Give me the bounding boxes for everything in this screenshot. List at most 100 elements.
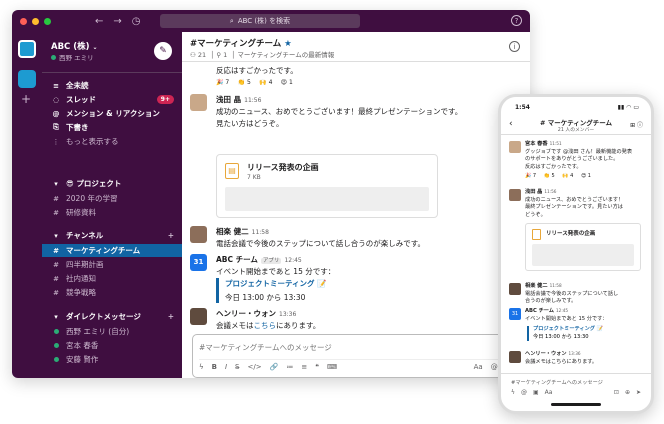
minimize-window-button[interactable]	[32, 17, 39, 25]
help-icon[interactable]: ?	[511, 15, 522, 26]
sidebar-item-drafts[interactable]: ⎘ 下書き	[51, 121, 174, 134]
star-icon[interactable]: ★	[284, 39, 292, 49]
code-block-icon[interactable]: ⌨	[327, 363, 337, 371]
members-icon[interactable]: ⚇	[190, 51, 196, 59]
phone-message-input[interactable]: #マーケティングチームへのメッセージ	[511, 379, 603, 386]
reaction-clap[interactable]: 👏 5	[544, 173, 555, 181]
sidebar-item-all-unreads[interactable]: ≡ 全未読	[51, 79, 174, 92]
link-icon[interactable]: 🔗	[270, 363, 279, 371]
avatar[interactable]	[190, 94, 207, 111]
add-channel-icon[interactable]: +	[168, 231, 174, 240]
section-projects[interactable]: ▾ 😎 プロジェクト	[51, 177, 174, 190]
drafts-icon: ⎘	[53, 123, 59, 131]
sidebar-dm-miyamoto[interactable]: 宮本 春香	[51, 339, 174, 352]
text-format-icon[interactable]: Aa	[545, 389, 553, 396]
calendar-app-icon[interactable]: 31	[509, 308, 521, 320]
back-arrow-icon[interactable]: ←	[95, 16, 103, 27]
calendar-app-icon[interactable]: 31	[190, 254, 207, 271]
hash-icon: #	[53, 208, 59, 217]
reaction-party[interactable]: 🎉 7	[525, 173, 536, 181]
phone-message: ABC チーム 12:45 イベント開始まであと 15 分です：	[525, 308, 608, 322]
section-channels[interactable]: ▾ チャンネル +	[51, 229, 174, 242]
compose-icon[interactable]: ✎	[154, 42, 172, 60]
sidebar-dm-self[interactable]: 西野 エミリ (自分)	[51, 325, 174, 338]
add-dm-icon[interactable]: +	[168, 312, 174, 321]
avatar[interactable]	[190, 226, 207, 243]
event-time: 今日 13:00 から 13:30	[225, 293, 306, 302]
reaction-raise-hands[interactable]: 🙌 4	[259, 79, 272, 86]
reaction-raise-hands[interactable]: 🙌 4	[562, 173, 573, 181]
forward-arrow-icon[interactable]: →	[113, 16, 121, 27]
home-indicator	[551, 403, 601, 406]
code-icon[interactable]: </>	[248, 363, 262, 371]
event-card[interactable]: プロジェクトミーティング 📝 今日 13:00 から 13:30	[216, 278, 327, 303]
ordered-list-icon[interactable]: ≔	[286, 363, 293, 371]
file-attachment[interactable]: ▤ リリース発表の企画 7 KB	[216, 154, 438, 218]
phone-reactions: 🎉 7 👏 5 🙌 4 😍 1	[525, 173, 597, 181]
search-label: ABC (株) を検索	[237, 17, 291, 25]
message-time: 11:56	[244, 97, 262, 104]
shortcuts-icon[interactable]: ϟ	[199, 363, 204, 371]
mention-icon[interactable]: @	[491, 363, 498, 371]
reaction-clap[interactable]: 👏 5	[238, 79, 251, 86]
sidebar-item-show-more[interactable]: ⋮ もっと表示する	[51, 135, 174, 148]
avatar[interactable]	[509, 141, 521, 153]
notes-link[interactable]: こちら	[254, 321, 277, 330]
message-composer: ϟ B I S̶ </> 🔗 ≔ ≡ ❝ ⌨ Aa @ ☺	[192, 334, 520, 378]
file-size: 7 KB	[247, 174, 261, 181]
avatar[interactable]	[190, 308, 207, 325]
phone-file-attachment[interactable]: リリース発表の企画	[525, 223, 641, 271]
quote-icon[interactable]: ❝	[315, 363, 319, 371]
avatar[interactable]	[509, 189, 521, 201]
online-status-icon	[53, 356, 59, 362]
section-direct-messages[interactable]: ▾ ダイレクトメッセージ +	[51, 310, 174, 323]
maximize-window-button[interactable]	[44, 17, 51, 25]
sidebar-channel-quarterly[interactable]: # 四半期計画	[51, 258, 174, 271]
hash-icon: #	[53, 194, 59, 203]
avatar[interactable]	[509, 283, 521, 295]
sidebar-dm-ando[interactable]: 安藤 賢作	[51, 353, 174, 366]
message-text: イベント開始まであと 15 分です：	[216, 267, 336, 276]
bulleted-list-icon[interactable]: ≡	[301, 363, 307, 371]
reaction-party[interactable]: 🎉 7	[216, 79, 229, 86]
workspace-switcher-abc[interactable]	[18, 40, 36, 58]
sidebar-channel-marketing[interactable]: # マーケティングチーム	[42, 244, 182, 257]
attach-icon[interactable]: ⊕	[625, 389, 630, 396]
reaction-heart-eyes[interactable]: 😍 1	[281, 79, 293, 86]
mention-icon[interactable]: @	[521, 389, 527, 396]
italic-icon[interactable]: I	[225, 363, 227, 371]
caret-down-icon: ▾	[54, 179, 58, 188]
send-icon[interactable]: ➤	[636, 389, 641, 396]
current-user: 西野 エミリ	[51, 52, 94, 62]
channel-info-icon[interactable]: i	[509, 41, 520, 52]
text-format-icon[interactable]: Aa	[474, 363, 483, 371]
channel-title[interactable]: #マーケティングチーム ★	[190, 37, 292, 49]
pin-icon[interactable]: ⚲	[216, 51, 221, 59]
avatar[interactable]	[509, 351, 521, 363]
close-window-button[interactable]	[20, 17, 27, 25]
workspace-switcher-2[interactable]	[18, 70, 36, 88]
event-title[interactable]: プロジェクトミーティング 📝	[225, 278, 327, 289]
sidebar-channel-strategy[interactable]: # 競争戦略	[51, 286, 174, 299]
reaction-heart-eyes[interactable]: 😍 1	[581, 173, 591, 181]
history-clock-icon[interactable]: ◷	[132, 16, 141, 27]
bold-icon[interactable]: B	[212, 363, 217, 371]
camera-icon[interactable]: ▣	[533, 389, 539, 396]
sidebar-channel-training[interactable]: # 研修資料	[51, 206, 174, 219]
workspace-name[interactable]: ABC (株) ⌄	[51, 40, 98, 52]
title-bar: ← → ◷ ⌕ ABC (株) を検索 ?	[12, 10, 530, 32]
sidebar-item-threads[interactable]: ◌ スレッド 9+	[51, 93, 174, 106]
image-icon[interactable]: ⊡	[614, 389, 619, 396]
phone-header-icons[interactable]: ⊞ ⓘ	[630, 120, 643, 129]
sidebar-channel-announcements[interactable]: # 社内通知	[51, 272, 174, 285]
sidebar-item-mentions[interactable]: @ メンション & リアクション	[51, 107, 174, 120]
sidebar-channel-2020[interactable]: #2020 年の学習	[51, 192, 174, 205]
message-input[interactable]	[199, 341, 479, 353]
strikethrough-icon[interactable]: S̶	[235, 363, 239, 371]
shortcuts-icon[interactable]: ϟ	[511, 389, 515, 396]
add-workspace-icon[interactable]: +	[21, 92, 31, 106]
phone-event-card[interactable]: プロジェクトミーティング 📝 今日 13:00 から 13:30	[527, 326, 603, 341]
phone-toolbar: ϟ @ ▣ Aa ⊡ ⊕ ➤	[511, 389, 641, 396]
search-bar[interactable]: ⌕ ABC (株) を検索	[160, 14, 360, 28]
sender-name: 浅田 晶	[216, 95, 242, 104]
